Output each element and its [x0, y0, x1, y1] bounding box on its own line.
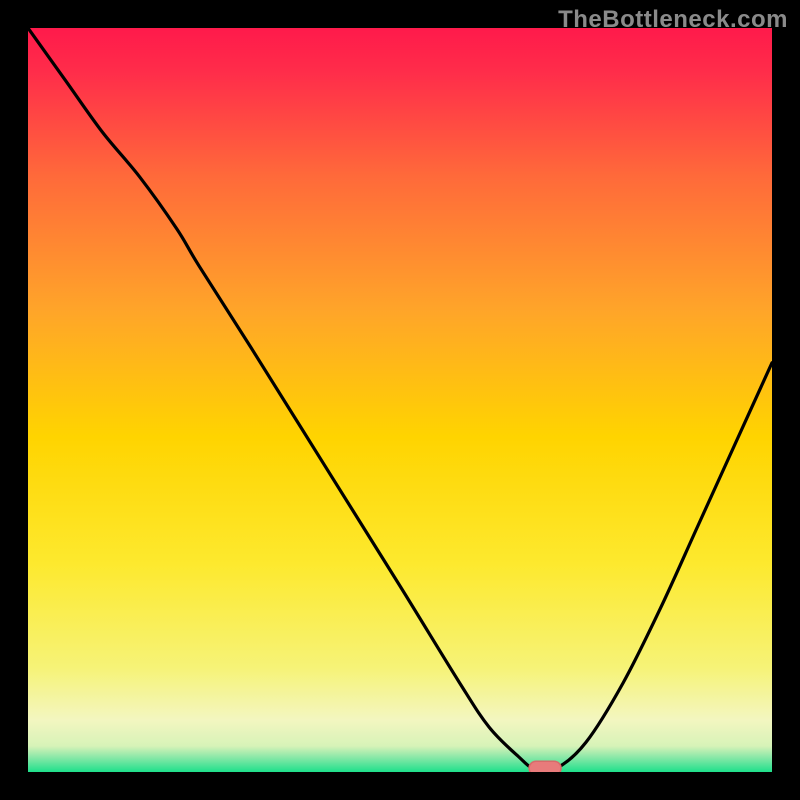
watermark-text: TheBottleneck.com — [558, 6, 788, 34]
chart-frame: TheBottleneck.com — [0, 0, 800, 800]
chart-svg — [28, 28, 772, 772]
gradient-background — [28, 28, 772, 772]
plot-area — [28, 28, 772, 772]
optimum-marker — [529, 761, 561, 772]
